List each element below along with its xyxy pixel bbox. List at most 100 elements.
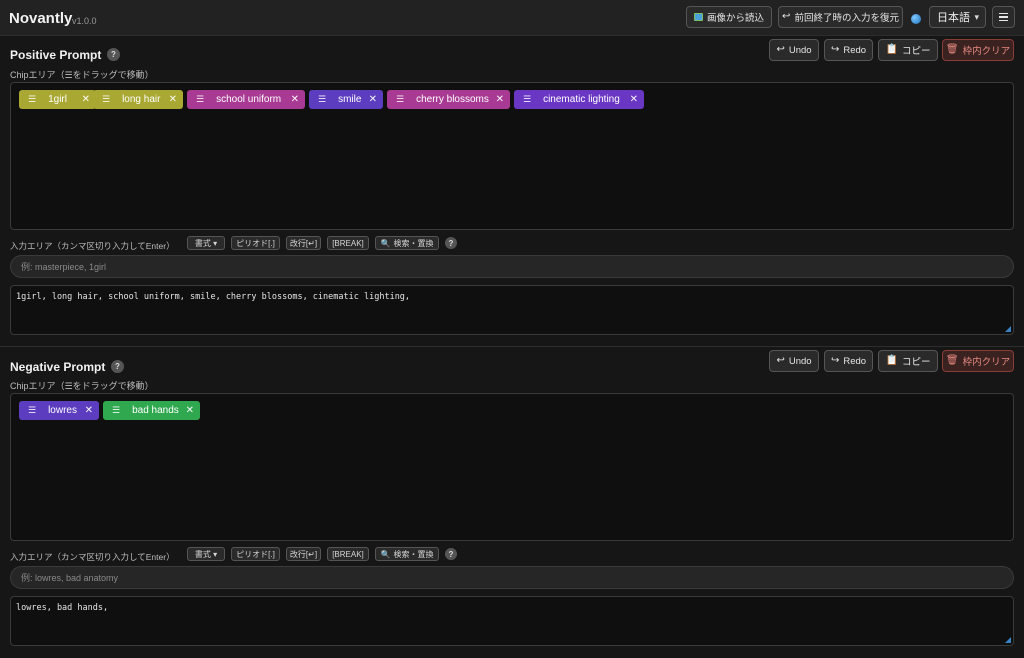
positive-prompt-section: Positive Prompt ? ↩ Undo ↪ Redo 📋 コピー 🗑 … — [0, 37, 1024, 346]
copy-label: コピー — [901, 46, 931, 57]
clipboard-icon: 📋 — [885, 355, 898, 366]
newline-button[interactable]: 改行[↵] — [286, 547, 321, 561]
close-icon[interactable]: ✕ — [369, 94, 377, 105]
close-icon[interactable]: ✕ — [169, 94, 177, 105]
chip-label: 1girl — [48, 94, 67, 105]
chip[interactable]: ☰ lowres ✕ — [19, 401, 99, 420]
resize-handle-icon[interactable] — [1005, 637, 1011, 643]
close-icon[interactable]: ✕ — [82, 94, 90, 105]
negative-prompt-text: lowres, bad hands, — [16, 603, 109, 613]
chip-label: lowres — [48, 405, 77, 416]
redo-icon: ↪ — [830, 355, 840, 366]
drag-handle-icon[interactable]: ☰ — [28, 94, 36, 105]
hamburger-icon — [999, 12, 1008, 15]
close-icon[interactable]: ✕ — [291, 94, 299, 105]
chip[interactable]: ☰ cinematic lighting ✕ — [514, 90, 644, 109]
positive-help-icon[interactable]: ? — [107, 48, 120, 61]
undo-label: Undo — [788, 355, 812, 367]
input-help-icon[interactable]: ? — [445, 237, 457, 249]
close-icon[interactable]: ✕ — [496, 94, 504, 105]
close-icon[interactable]: ✕ — [630, 94, 638, 105]
close-icon[interactable]: ✕ — [186, 405, 194, 416]
break-button[interactable]: [BREAK] — [327, 547, 369, 561]
negative-copy-button[interactable]: 📋 コピー — [878, 350, 938, 372]
image-icon — [693, 13, 703, 21]
format-dropdown[interactable]: 書式 ▾ — [187, 236, 225, 250]
search-replace-button[interactable]: 🔍 検索・置換 — [375, 236, 439, 250]
drag-handle-icon[interactable]: ☰ — [318, 94, 326, 105]
positive-redo-button[interactable]: ↪ Redo — [824, 39, 873, 61]
drag-handle-icon[interactable]: ☰ — [196, 94, 204, 105]
positive-prompt-textarea[interactable]: 1girl, long hair, school uniform, smile,… — [10, 285, 1014, 335]
drag-handle-icon[interactable]: ☰ — [102, 94, 110, 105]
chip[interactable]: ☰ long hair ✕ — [93, 90, 183, 109]
newline-button[interactable]: 改行[↵] — [286, 236, 321, 250]
search-replace-label: 検索・置換 — [393, 549, 434, 559]
close-icon[interactable]: ✕ — [85, 405, 93, 416]
clipboard-icon: 📋 — [885, 44, 898, 55]
negative-tag-input[interactable]: 例: lowres, bad anatomy — [10, 566, 1014, 589]
negative-input-area-label: 入力エリア（カンマ区切り入力してEnter） — [10, 552, 175, 562]
positive-input-area-label: 入力エリア（カンマ区切り入力してEnter） — [10, 241, 175, 251]
drag-handle-icon[interactable]: ☰ — [396, 94, 404, 105]
negative-prompt-textarea[interactable]: lowres, bad hands, — [10, 596, 1014, 646]
app-version: v1.0.0 — [72, 16, 97, 26]
positive-chip-area[interactable]: ☰ 1girl ✕ ☰ long hair ✕ ☰ school uniform… — [10, 82, 1014, 230]
break-button[interactable]: [BREAK] — [327, 236, 369, 250]
format-dropdown[interactable]: 書式 ▾ — [187, 547, 225, 561]
undo-icon: ↩ — [776, 355, 785, 366]
drag-handle-icon[interactable]: ☰ — [523, 94, 531, 105]
period-button[interactable]: ピリオド[.] — [231, 547, 280, 561]
chip[interactable]: ☰ 1girl ✕ — [19, 90, 96, 109]
period-button[interactable]: ピリオド[.] — [231, 236, 280, 250]
section-divider — [0, 346, 1024, 347]
negative-chip-area-label: Chipエリア（☰をドラッグで移動） — [10, 381, 154, 391]
negative-redo-button[interactable]: ↪ Redo — [824, 350, 873, 372]
chip[interactable]: ☰ bad hands ✕ — [103, 401, 200, 420]
load-from-image-button[interactable]: 画像から読込 — [686, 6, 772, 28]
search-icon: 🔍 — [380, 238, 391, 248]
negative-clear-button[interactable]: 🗑 枠内クリア — [942, 350, 1014, 372]
positive-prompt-text: 1girl, long hair, school uniform, smile,… — [16, 292, 411, 302]
load-from-image-label: 画像から読込 — [706, 13, 764, 24]
search-replace-label: 検索・置換 — [393, 238, 434, 248]
app-header: Novantly v1.0.0 画像から読込 ↩ 前回終了時の入力を復元 日本語… — [0, 0, 1024, 36]
chip-label: long hair — [122, 94, 161, 105]
drag-handle-icon[interactable]: ☰ — [28, 405, 36, 416]
search-replace-button[interactable]: 🔍 検索・置換 — [375, 547, 439, 561]
positive-undo-button[interactable]: ↩ Undo — [769, 39, 819, 61]
globe-icon — [911, 14, 921, 24]
trash-icon: 🗑 — [945, 355, 959, 366]
clear-label: 枠内クリア — [962, 357, 1011, 368]
redo-icon: ↪ — [830, 44, 840, 55]
restore-arrow-icon: ↩ — [782, 11, 791, 22]
redo-label: Redo — [843, 355, 867, 367]
positive-tag-input[interactable]: 例: masterpiece, 1girl — [10, 255, 1014, 278]
chip[interactable]: ☰ smile ✕ — [309, 90, 383, 109]
chip-label: school uniform — [216, 94, 282, 105]
trash-icon: 🗑 — [945, 44, 959, 55]
negative-undo-button[interactable]: ↩ Undo — [769, 350, 819, 372]
resize-handle-icon[interactable] — [1005, 326, 1011, 332]
search-icon: 🔍 — [380, 549, 391, 559]
undo-icon: ↩ — [776, 44, 785, 55]
positive-copy-button[interactable]: 📋 コピー — [878, 39, 938, 61]
app-title: Novantly — [9, 10, 73, 27]
positive-prompt-title: Positive Prompt — [10, 48, 102, 62]
restore-last-button[interactable]: ↩ 前回終了時の入力を復元 — [778, 6, 903, 28]
chip[interactable]: ☰ cherry blossoms ✕ — [387, 90, 510, 109]
language-value: 日本語 — [937, 12, 970, 24]
input-help-icon[interactable]: ? — [445, 548, 457, 560]
copy-label: コピー — [901, 357, 931, 368]
negative-help-icon[interactable]: ? — [111, 360, 124, 373]
negative-chip-area[interactable]: ☰ lowres ✕ ☰ bad hands ✕ — [10, 393, 1014, 541]
drag-handle-icon[interactable]: ☰ — [112, 405, 120, 416]
redo-label: Redo — [843, 44, 867, 56]
undo-label: Undo — [788, 44, 812, 56]
language-select[interactable]: 日本語 ▾ — [929, 6, 986, 28]
chevron-down-icon: ▾ — [974, 12, 979, 22]
chip[interactable]: ☰ school uniform ✕ — [187, 90, 305, 109]
clear-label: 枠内クリア — [962, 46, 1011, 57]
positive-clear-button[interactable]: 🗑 枠内クリア — [942, 39, 1014, 61]
hamburger-menu-button[interactable] — [992, 6, 1015, 28]
